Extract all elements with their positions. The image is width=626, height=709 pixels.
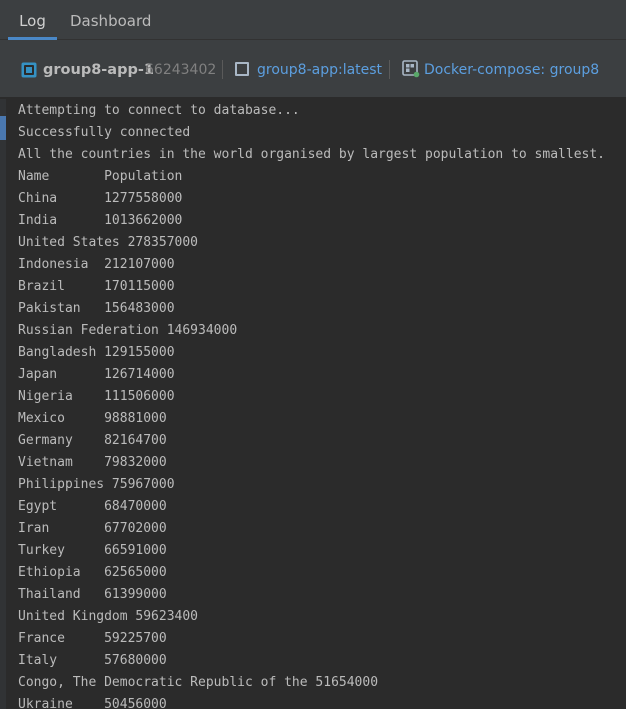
log-line: All the countries in the world organised… [18, 147, 605, 162]
log-line: Thailand 61399000 [18, 587, 167, 602]
log-line: Ukraine 50456000 [18, 697, 167, 709]
separator [222, 60, 223, 79]
log-line: Attempting to connect to database... [18, 103, 300, 118]
log-line: Ethiopia 62565000 [18, 565, 167, 580]
log-line: Japan 126714000 [18, 367, 175, 382]
log-line: Vietnam 79832000 [18, 455, 167, 470]
log-line: Egypt 68470000 [18, 499, 167, 514]
docker-compose-link[interactable]: Docker-compose: group8 [424, 40, 599, 98]
log-line: Mexico 98881000 [18, 411, 167, 426]
log-line: Successfully connected [18, 125, 191, 140]
log-line: Bangladesh 129155000 [18, 345, 175, 360]
container-info-bar: group8-app-1 66243402 group8-app:latest … [0, 40, 626, 98]
separator [389, 60, 390, 79]
log-line: France 59225700 [18, 631, 167, 646]
log-line: United States 278357000 [18, 235, 199, 250]
image-icon [235, 62, 249, 76]
container-id: 66243402 [145, 62, 217, 78]
docker-compose-icon [402, 60, 420, 78]
log-line: Pakistan 156483000 [18, 301, 175, 316]
log-line: Nigeria 111506000 [18, 389, 175, 404]
tab-bar: Log Dashboard [0, 0, 626, 40]
log-line: Congo, The Democratic Republic of the 51… [18, 675, 379, 690]
log-line: Name Population [18, 169, 183, 184]
log-line: India 1013662000 [18, 213, 183, 228]
log-line: Philippines 75967000 [18, 477, 175, 492]
log-line: Russian Federation 146934000 [18, 323, 238, 338]
log-line: Germany 82164700 [18, 433, 167, 448]
log-line: United Kingdom 59623400 [18, 609, 199, 624]
log-line: Italy 57680000 [18, 653, 167, 668]
log-line: Indonesia 212107000 [18, 257, 175, 272]
log-line: Iran 67702000 [18, 521, 167, 536]
log-line: China 1277558000 [18, 191, 183, 206]
image-link[interactable]: group8-app:latest [257, 40, 382, 98]
log-line: Turkey 66591000 [18, 543, 167, 558]
container-icon [21, 62, 37, 78]
log-console[interactable]: Attempting to connect to database... Succ… [6, 99, 626, 709]
container-name: group8-app-1 [43, 62, 154, 78]
log-line: Brazil 170115000 [18, 279, 175, 294]
tab-dashboard[interactable]: Dashboard [70, 0, 151, 40]
tab-log[interactable]: Log [8, 0, 57, 40]
